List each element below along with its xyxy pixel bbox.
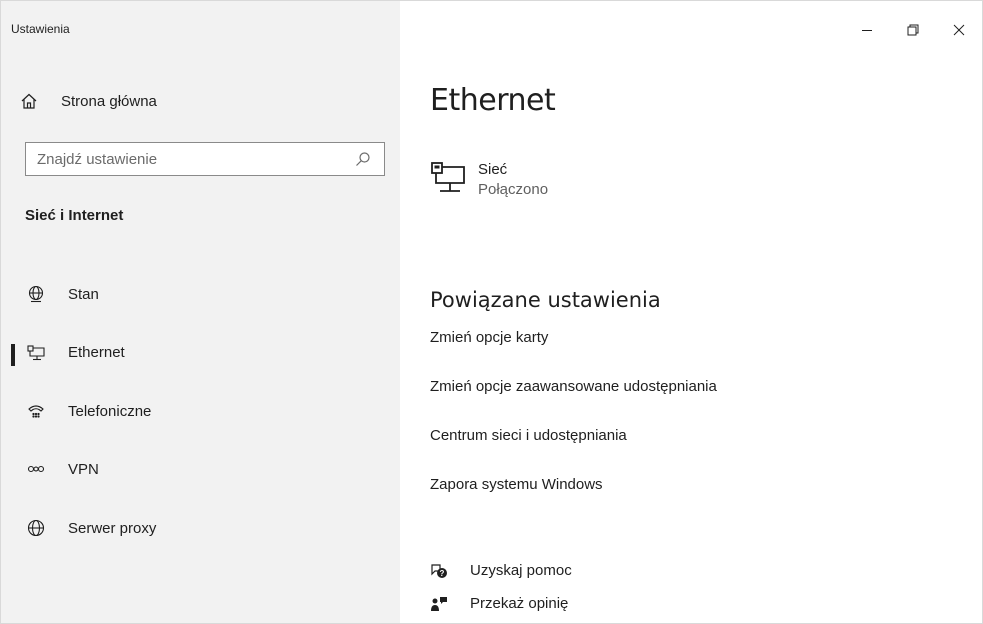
page-title: Ethernet <box>430 83 556 118</box>
help-section: ? Uzyskaj pomoc Przekaż opinię <box>430 554 572 620</box>
link-adapter-options[interactable]: Zmień opcje karty <box>430 328 717 377</box>
app-title: Ustawienia <box>11 22 70 36</box>
ethernet-network-icon <box>430 161 466 197</box>
link-network-sharing-center[interactable]: Centrum sieci i udostępniania <box>430 426 717 475</box>
close-icon <box>953 24 965 36</box>
ethernet-icon <box>27 344 45 362</box>
related-settings-title: Powiązane ustawienia <box>430 288 661 312</box>
feedback-link[interactable]: Przekaż opinię <box>430 587 572 620</box>
sidebar-item-telefoniczne[interactable]: Telefoniczne <box>1 382 400 441</box>
svg-text:?: ? <box>440 569 445 578</box>
home-link[interactable]: Strona główna <box>19 89 157 113</box>
link-windows-firewall[interactable]: Zapora systemu Windows <box>430 475 717 524</box>
home-label: Strona główna <box>61 92 157 110</box>
link-advanced-sharing[interactable]: Zmień opcje zaawansowane udostępniania <box>430 377 717 426</box>
globe-status-icon <box>27 285 45 303</box>
sidebar-item-label: VPN <box>68 461 99 479</box>
close-button[interactable] <box>936 15 982 45</box>
section-title: Sieć i Internet <box>25 207 124 224</box>
restore-button[interactable] <box>890 15 936 45</box>
globe-icon <box>27 519 45 537</box>
feedback-label: Przekaż opinię <box>470 595 569 612</box>
content-pane: Ethernet Sieć Połączono Powiązane ustawi… <box>400 1 982 623</box>
get-help-label: Uzyskaj pomoc <box>470 562 572 579</box>
window-controls <box>844 15 982 45</box>
sidebar-item-serwer-proxy[interactable]: Serwer proxy <box>1 499 400 558</box>
sidebar-item-ethernet[interactable]: Ethernet <box>1 324 400 383</box>
search-icon[interactable] <box>354 150 372 168</box>
minimize-icon <box>862 30 872 31</box>
sidebar-item-label: Stan <box>68 285 99 303</box>
sidebar-item-vpn[interactable]: VPN <box>1 441 400 500</box>
sidebar-item-label: Telefoniczne <box>68 402 152 420</box>
network-name: Sieć <box>478 161 508 178</box>
network-status: Połączono <box>478 181 549 198</box>
sidebar: Ustawienia Strona główna Sieć i Internet <box>1 1 400 623</box>
feedback-icon <box>430 595 448 613</box>
active-indicator <box>11 343 15 366</box>
search-input[interactable] <box>26 143 354 175</box>
sidebar-nav: Stan Ethernet Telefoniczne VPN Serwer pr… <box>1 265 400 558</box>
home-icon <box>19 91 39 111</box>
sidebar-item-label: Ethernet <box>68 344 125 362</box>
get-help-link[interactable]: ? Uzyskaj pomoc <box>430 554 572 587</box>
help-chat-icon: ? <box>430 562 448 580</box>
settings-window: Ustawienia Strona główna Sieć i Internet <box>0 0 983 624</box>
minimize-button[interactable] <box>844 15 890 45</box>
search-box[interactable] <box>25 142 385 176</box>
network-item[interactable]: Sieć Połączono <box>430 161 548 201</box>
related-links: Zmień opcje karty Zmień opcje zaawansowa… <box>430 328 717 524</box>
dialup-icon <box>27 402 45 420</box>
sidebar-item-stan[interactable]: Stan <box>1 265 400 324</box>
restore-icon <box>907 24 919 36</box>
sidebar-item-label: Serwer proxy <box>68 519 157 537</box>
vpn-icon <box>27 461 45 479</box>
